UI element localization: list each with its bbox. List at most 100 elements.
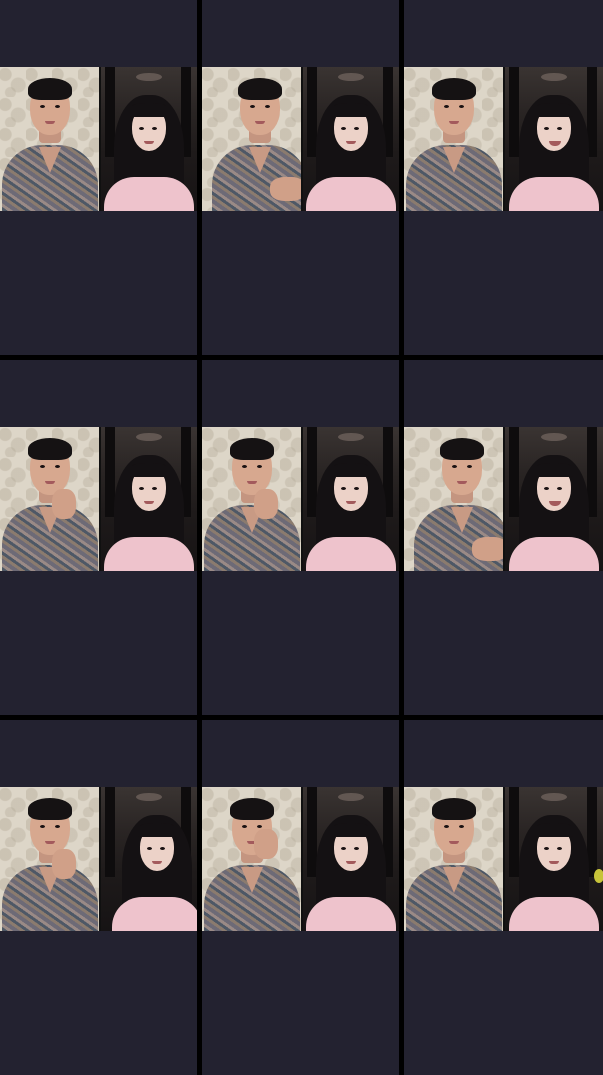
bangs [130, 463, 168, 477]
door-frame [509, 67, 519, 157]
hand [270, 177, 301, 201]
eye [354, 487, 359, 490]
bangs [332, 823, 370, 837]
pink-top [104, 537, 194, 571]
mouth [152, 861, 162, 864]
right-video-pane [303, 427, 399, 571]
video-tile[interactable] [202, 360, 399, 715]
left-video-pane [404, 427, 503, 571]
eye [257, 465, 262, 468]
eye [557, 847, 562, 850]
mouth [449, 841, 459, 844]
left-video-pane [202, 67, 301, 211]
ceiling-light [136, 793, 162, 801]
eye [265, 105, 270, 108]
split-video-frame [0, 67, 197, 211]
mouth [45, 121, 55, 124]
left-video-pane [404, 67, 503, 211]
mouth [457, 481, 467, 484]
split-video-frame [202, 67, 399, 211]
mouth [144, 501, 154, 504]
hair [432, 78, 476, 100]
bangs [332, 463, 370, 477]
video-tile[interactable] [404, 360, 603, 715]
video-tile[interactable] [404, 0, 603, 355]
right-video-pane [101, 67, 197, 211]
mouth [45, 841, 55, 844]
video-tile[interactable] [202, 0, 399, 355]
pink-top [509, 177, 599, 211]
right-video-pane [505, 427, 603, 571]
eye [444, 825, 449, 828]
eye [139, 487, 144, 490]
eye [160, 847, 165, 850]
left-video-pane [0, 427, 99, 571]
eye [257, 825, 262, 828]
eye [459, 825, 464, 828]
eye [40, 465, 45, 468]
bangs [535, 103, 573, 117]
video-tile[interactable] [202, 720, 399, 1075]
split-video-frame [0, 787, 197, 931]
hair [28, 78, 72, 100]
hand [472, 537, 503, 561]
mouth [346, 141, 356, 144]
mouth [247, 481, 257, 484]
eye [341, 127, 346, 130]
hair [28, 798, 72, 820]
ceiling-light [136, 73, 162, 81]
eye [354, 847, 359, 850]
mouth [255, 121, 265, 124]
eye [250, 105, 255, 108]
ceiling-light [338, 793, 364, 801]
bangs [535, 823, 573, 837]
left-video-pane [404, 787, 503, 931]
left-video-pane [0, 67, 99, 211]
ceiling-light [338, 433, 364, 441]
eye [40, 825, 45, 828]
hair [440, 438, 484, 460]
bangs [332, 103, 370, 117]
eye [557, 127, 562, 130]
split-video-frame [0, 427, 197, 571]
split-video-frame [202, 787, 399, 931]
eye [242, 825, 247, 828]
split-video-frame [202, 427, 399, 571]
right-video-pane [101, 427, 197, 571]
eye [55, 825, 60, 828]
hand [52, 489, 76, 519]
ceiling-light [541, 793, 567, 801]
eye [544, 847, 549, 850]
video-tile[interactable] [0, 360, 197, 715]
eye [242, 465, 247, 468]
eye [557, 487, 562, 490]
eye [152, 487, 157, 490]
pink-top [112, 897, 197, 931]
eye [55, 465, 60, 468]
door-frame [509, 427, 519, 517]
right-video-pane [505, 67, 603, 211]
ceiling-light [541, 73, 567, 81]
hair [230, 798, 274, 820]
hair [238, 78, 282, 100]
mouth [549, 861, 559, 864]
eye [341, 487, 346, 490]
left-video-pane [202, 427, 301, 571]
video-tile[interactable] [0, 0, 197, 355]
pink-top [104, 177, 194, 211]
eye [139, 127, 144, 130]
split-video-frame [404, 67, 603, 211]
mouth [346, 861, 356, 864]
right-video-pane [505, 787, 603, 931]
video-tile[interactable] [404, 720, 603, 1075]
door-frame [509, 787, 519, 877]
video-tile[interactable] [0, 720, 197, 1075]
ceiling-light [541, 433, 567, 441]
eye [544, 127, 549, 130]
hair [432, 798, 476, 820]
mouth [449, 121, 459, 124]
mouth [346, 501, 356, 504]
pink-top [306, 177, 396, 211]
eye [40, 105, 45, 108]
ceiling-light [136, 433, 162, 441]
